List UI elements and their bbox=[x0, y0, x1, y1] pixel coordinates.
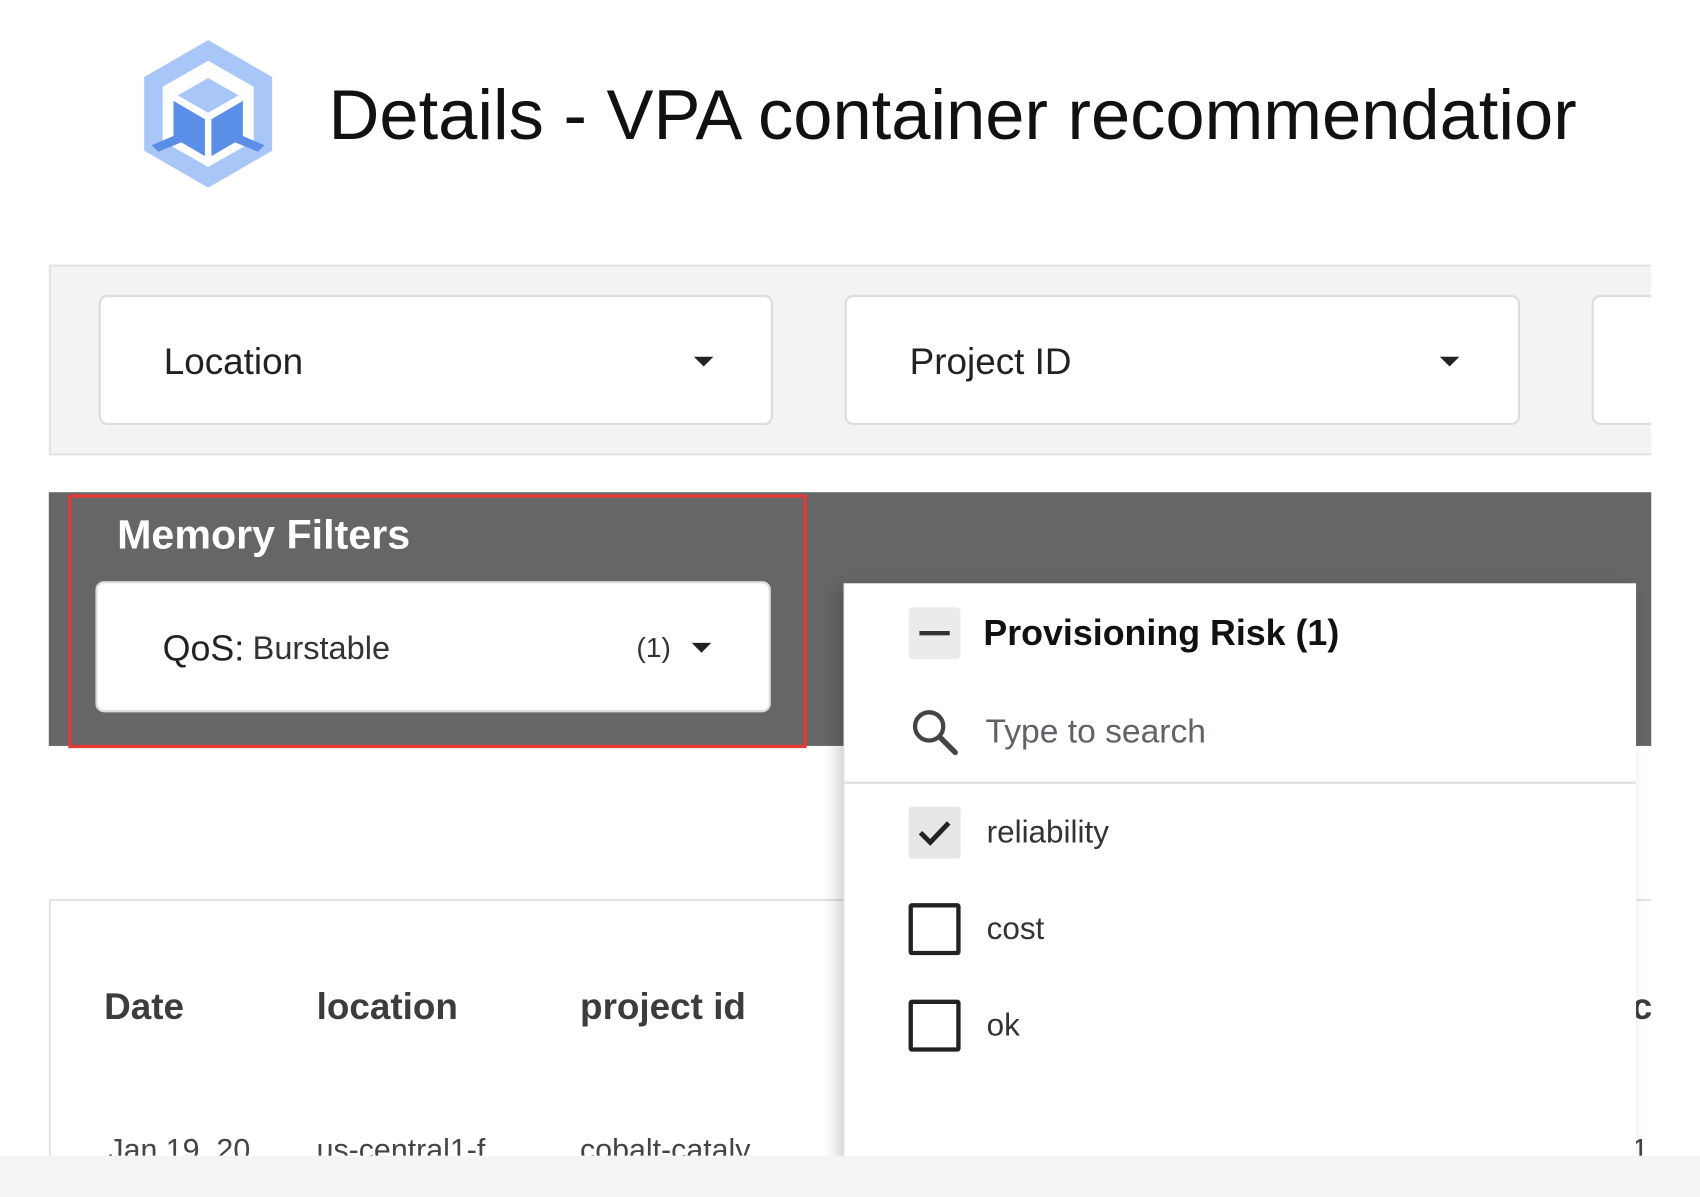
option-label: reliability bbox=[986, 815, 1109, 851]
qos-dropdown-key: QoS: bbox=[162, 627, 245, 668]
page-title: Details - VPA container recommendatior bbox=[328, 74, 1577, 154]
chevron-down-icon bbox=[1439, 356, 1460, 367]
qos-selected-count: (1) bbox=[636, 631, 671, 664]
memory-filters-title: Memory Filters bbox=[117, 512, 411, 559]
checkbox-checked[interactable] bbox=[908, 806, 961, 859]
project-id-dropdown-label: Project ID bbox=[909, 341, 1072, 383]
option-cost[interactable]: cost bbox=[908, 903, 1603, 957]
provisioning-risk-title: Provisioning Risk (1) bbox=[983, 612, 1340, 653]
gke-cube-logo-icon bbox=[144, 40, 273, 188]
bottom-margin bbox=[0, 1155, 1700, 1197]
table-cell-location: us-central1-f bbox=[316, 1132, 486, 1156]
column-header-date[interactable]: Date bbox=[104, 984, 184, 1030]
dashboard-viewport: Details - VPA container recommendatior L… bbox=[0, 0, 1652, 1156]
location-dropdown[interactable]: Location bbox=[98, 294, 774, 426]
column-header-location[interactable]: location bbox=[317, 984, 458, 1030]
cluster-dropdown[interactable] bbox=[1591, 294, 1652, 426]
table-cell-project-id: cobalt-cataly bbox=[580, 1132, 751, 1156]
option-reliability[interactable]: reliability bbox=[908, 806, 1603, 861]
option-label: ok bbox=[986, 1008, 1020, 1044]
option-label: cost bbox=[986, 911, 1045, 947]
divider bbox=[844, 781, 1637, 784]
project-id-dropdown[interactable]: Project ID bbox=[844, 294, 1521, 426]
table-cell-date: Jan 19, 20 bbox=[108, 1132, 251, 1156]
checkmark-icon bbox=[918, 821, 951, 846]
option-ok[interactable]: ok bbox=[908, 999, 1603, 1054]
checkbox-unchecked[interactable] bbox=[908, 999, 961, 1052]
search-icon bbox=[912, 710, 958, 756]
chevron-down-icon bbox=[691, 642, 712, 653]
checkbox-unchecked[interactable] bbox=[908, 903, 961, 956]
deselect-all-button[interactable] bbox=[908, 607, 961, 660]
screen: Details - VPA container recommendatior L… bbox=[0, 0, 1700, 1197]
provisioning-risk-popup: Provisioning Risk (1) reliability cost bbox=[843, 583, 1637, 1156]
minus-icon bbox=[919, 631, 950, 636]
qos-dropdown-value: Burstable bbox=[252, 631, 391, 667]
column-header-project-id[interactable]: project id bbox=[580, 984, 746, 1030]
search-input[interactable] bbox=[985, 709, 1604, 755]
qos-dropdown[interactable]: QoS: Burstable (1) bbox=[95, 581, 771, 713]
chevron-down-icon bbox=[693, 356, 714, 367]
location-dropdown-label: Location bbox=[163, 341, 304, 383]
